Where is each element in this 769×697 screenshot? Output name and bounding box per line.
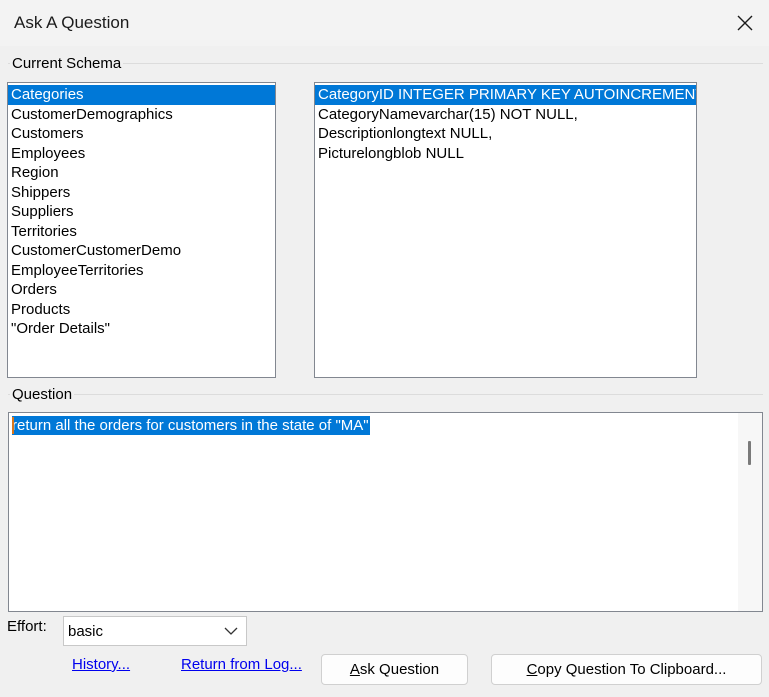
close-button[interactable] <box>721 0 769 46</box>
ask-question-button[interactable]: Ask Question <box>321 654 468 685</box>
table-list-item[interactable]: EmployeeTerritories <box>8 261 275 281</box>
question-input[interactable]: return all the orders for customers in t… <box>8 412 763 612</box>
copy-question-button[interactable]: Copy Question To Clipboard... <box>491 654 762 685</box>
effort-label: Effort: <box>7 618 47 635</box>
table-list-item[interactable]: Orders <box>8 280 275 300</box>
question-group-line <box>8 394 763 395</box>
copy-button-label: opy Question To Clipboard... <box>537 661 727 678</box>
ask-button-label: sk Question <box>359 661 440 678</box>
table-list-item[interactable]: Region <box>8 163 275 183</box>
column-list-item[interactable]: Picturelongblob NULL <box>315 144 696 164</box>
table-list-item[interactable]: Shippers <box>8 183 275 203</box>
table-list-item[interactable]: Customers <box>8 124 275 144</box>
tables-listbox[interactable]: Categories CustomerDemographics Customers E… <box>7 82 276 378</box>
schema-group-label: Current Schema <box>10 55 124 72</box>
table-list-item[interactable]: Categories <box>8 85 275 105</box>
scrollbar-thumb[interactable] <box>748 441 751 465</box>
table-list-item[interactable]: Suppliers <box>8 202 275 222</box>
effort-select[interactable]: basic <box>63 616 247 646</box>
chevron-down-icon <box>224 627 238 635</box>
ask-button-mnemonic: A <box>349 661 360 678</box>
column-list-item[interactable]: Descriptionlongtext NULL, <box>315 124 696 144</box>
column-list-item[interactable]: CategoryNamevarchar(15) NOT NULL, <box>315 105 696 125</box>
columns-listbox[interactable]: CategoryID INTEGER PRIMARY KEY AUTOINCRE… <box>314 82 697 378</box>
table-list-item[interactable]: Employees <box>8 144 275 164</box>
table-list-item[interactable]: "Order Details" <box>8 319 275 339</box>
question-group-label: Question <box>10 386 75 403</box>
table-list-item[interactable]: Products <box>8 300 275 320</box>
column-list-item[interactable]: CategoryID INTEGER PRIMARY KEY AUTOINCRE… <box>315 85 696 105</box>
question-scrollbar[interactable] <box>738 413 762 611</box>
question-text: return all the orders for customers in t… <box>12 416 370 435</box>
table-list-item[interactable]: Territories <box>8 222 275 242</box>
table-list-item[interactable]: CustomerCustomerDemo <box>8 241 275 261</box>
table-list-item[interactable]: CustomerDemographics <box>8 105 275 125</box>
return-from-log-link[interactable]: Return from Log... <box>181 656 302 673</box>
title-bar: Ask A Question <box>0 0 769 46</box>
history-link[interactable]: History... <box>72 656 130 673</box>
text-caret <box>12 417 14 434</box>
window-title: Ask A Question <box>14 13 130 32</box>
copy-button-mnemonic: C <box>526 661 538 678</box>
close-icon <box>737 15 753 31</box>
effort-value: basic <box>68 623 104 640</box>
